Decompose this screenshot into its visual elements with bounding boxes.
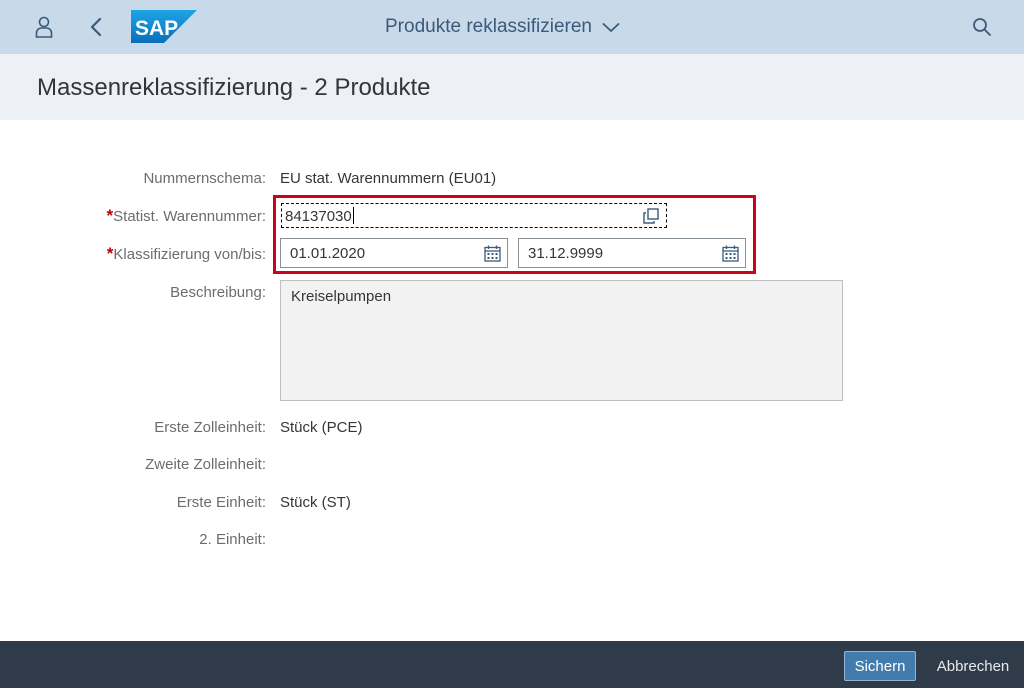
value-help-icon[interactable] xyxy=(636,204,666,227)
search-icon[interactable] xyxy=(968,0,996,54)
date-to-input[interactable]: 31.12.9999 xyxy=(518,238,746,268)
beschreibung-label: Beschreibung: xyxy=(170,284,266,301)
save-button[interactable]: Sichern xyxy=(844,651,916,681)
zweite-einheit-label: 2. Einheit: xyxy=(199,531,266,548)
schema-value: EU stat. Warennummern (EU01) xyxy=(280,170,497,187)
erste-einheit-label: Erste Einheit: xyxy=(176,494,266,511)
erste-zolleinheit-label: Erste Zolleinheit: xyxy=(154,419,266,436)
erste-zolleinheit-value: Stück (PCE) xyxy=(280,419,363,436)
warennummer-input[interactable]: 84137030 xyxy=(280,202,668,229)
klassifizierung-label: *Klassifizierung von/bis: xyxy=(107,245,266,264)
calendar-icon[interactable] xyxy=(715,239,745,267)
warennummer-value: 84137030 xyxy=(285,207,352,225)
warennummer-label: *Statist. Warennummer: xyxy=(107,207,266,226)
text-caret xyxy=(352,206,354,224)
date-to-value: 31.12.9999 xyxy=(528,244,604,262)
sap-logo: SAP xyxy=(131,10,197,43)
user-icon[interactable] xyxy=(28,0,60,54)
chevron-down-icon xyxy=(602,22,620,33)
calendar-icon[interactable] xyxy=(477,239,507,267)
app-title: Produkte reklassifizieren xyxy=(385,16,592,37)
date-from-input[interactable]: 01.01.2020 xyxy=(280,238,508,268)
zweite-zolleinheit-label: Zweite Zolleinheit: xyxy=(145,456,266,473)
page-title: Massenreklassifizierung - 2 Produkte xyxy=(37,74,431,101)
beschreibung-textarea[interactable]: Kreiselpumpen xyxy=(280,280,843,401)
sap-logo-text: SAP xyxy=(135,17,178,40)
schema-label: Nummernschema: xyxy=(143,170,266,187)
warennummer-label-text: Statist. Warennummer: xyxy=(113,208,266,225)
app-title-menu[interactable]: Produkte reklassifizieren xyxy=(385,14,620,40)
klassifizierung-label-text: Klassifizierung von/bis: xyxy=(113,246,266,263)
cancel-button[interactable]: Abbrechen xyxy=(928,651,1018,681)
date-from-value: 01.01.2020 xyxy=(290,244,366,262)
erste-einheit-value: Stück (ST) xyxy=(280,494,351,511)
back-icon[interactable] xyxy=(82,0,110,54)
